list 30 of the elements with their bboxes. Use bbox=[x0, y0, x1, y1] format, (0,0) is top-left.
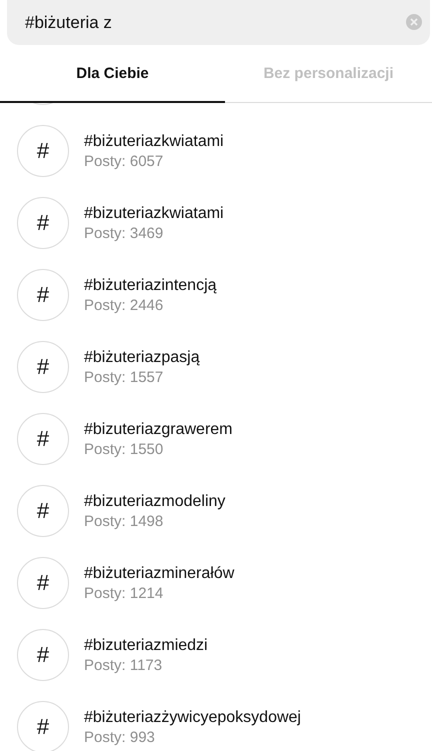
hashtag-avatar: # bbox=[17, 125, 69, 177]
hashtag-name[interactable]: #biżuteriazintencją bbox=[84, 276, 217, 294]
hashtag-name[interactable]: #bizuteriazmiedzi bbox=[84, 636, 208, 654]
post-count: Posty: 1173 bbox=[84, 656, 164, 674]
post-count: Posty: 1214 bbox=[84, 584, 164, 602]
hashtag-avatar: # bbox=[17, 485, 69, 537]
hashtag-name[interactable]: #biżuteriazpasją bbox=[84, 348, 200, 366]
clear-icon[interactable] bbox=[406, 14, 422, 30]
hashtag-name[interactable]: #bizuteriazkwiatami bbox=[84, 204, 224, 222]
post-count: Posty: 1498 bbox=[84, 512, 164, 530]
post-count: Posty: 993 bbox=[84, 728, 156, 746]
hashtag-name[interactable]: #biżuteriazżywicyepoksydowej bbox=[84, 708, 301, 726]
hashtag-avatar: # bbox=[17, 557, 69, 609]
hashtag-avatar: # bbox=[17, 701, 69, 751]
tab[interactable]: Dla Ciebie bbox=[0, 45, 225, 103]
post-count: Posty: 1550 bbox=[84, 440, 164, 458]
post-count: Posty: 6057 bbox=[84, 152, 164, 170]
hashtag-name[interactable]: #bizuteriazmodeliny bbox=[84, 492, 226, 510]
hashtag-avatar: # bbox=[17, 341, 69, 393]
hashtag-avatar: # bbox=[17, 629, 69, 681]
hashtag-name[interactable]: #biżuteriazminerałów bbox=[84, 564, 234, 582]
hashtag-name[interactable]: #bizuteriazgrawerem bbox=[84, 420, 233, 438]
hashtag-avatar: # bbox=[17, 413, 69, 465]
hashtag-name[interactable]: #biżuteriazkwiatami bbox=[84, 132, 224, 150]
post-count: Posty: 1557 bbox=[84, 368, 164, 386]
hashtag-avatar: # bbox=[17, 197, 69, 249]
post-count: Posty: 3469 bbox=[84, 224, 164, 242]
search-field[interactable]: #biżuteria z bbox=[7, 0, 430, 45]
post-count: Posty: 2446 bbox=[84, 296, 164, 314]
hashtag-avatar: # bbox=[17, 269, 69, 321]
